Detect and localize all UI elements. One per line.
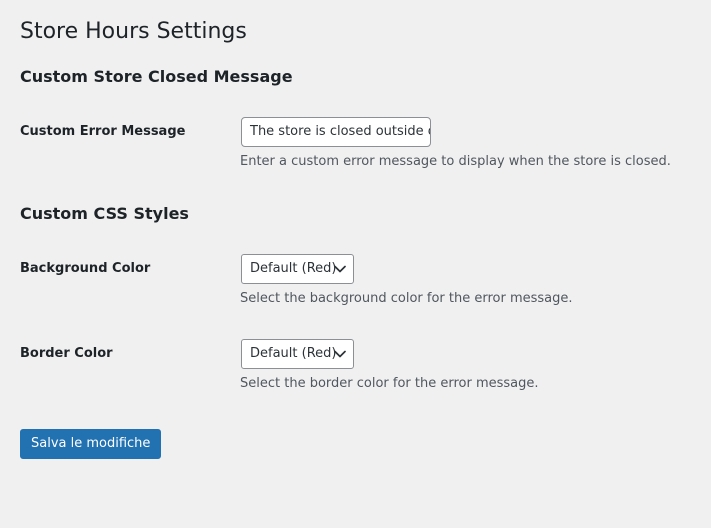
border-color-selected-value: Default (Red) (250, 346, 337, 361)
border-color-label: Border Color (20, 346, 113, 361)
background-color-selected-value: Default (Red) (250, 261, 337, 276)
section-title-custom-store-closed-message: Custom Store Closed Message (20, 67, 293, 86)
chevron-down-icon (334, 265, 346, 273)
section-title-custom-css-styles: Custom CSS Styles (20, 204, 189, 223)
custom-error-message-input[interactable]: The store is closed outside o (241, 117, 431, 147)
background-color-label: Background Color (20, 261, 151, 276)
custom-error-message-description: Enter a custom error message to display … (240, 154, 671, 169)
custom-error-message-label: Custom Error Message (20, 124, 186, 139)
border-color-select[interactable]: Default (Red) (241, 339, 354, 369)
save-changes-button[interactable]: Salva le modifiche (20, 429, 162, 459)
background-color-select[interactable]: Default (Red) (241, 254, 354, 284)
background-color-description: Select the background color for the erro… (240, 291, 573, 306)
chevron-down-icon (334, 350, 346, 358)
page-title: Store Hours Settings (20, 19, 247, 44)
border-color-description: Select the border color for the error me… (240, 376, 539, 391)
